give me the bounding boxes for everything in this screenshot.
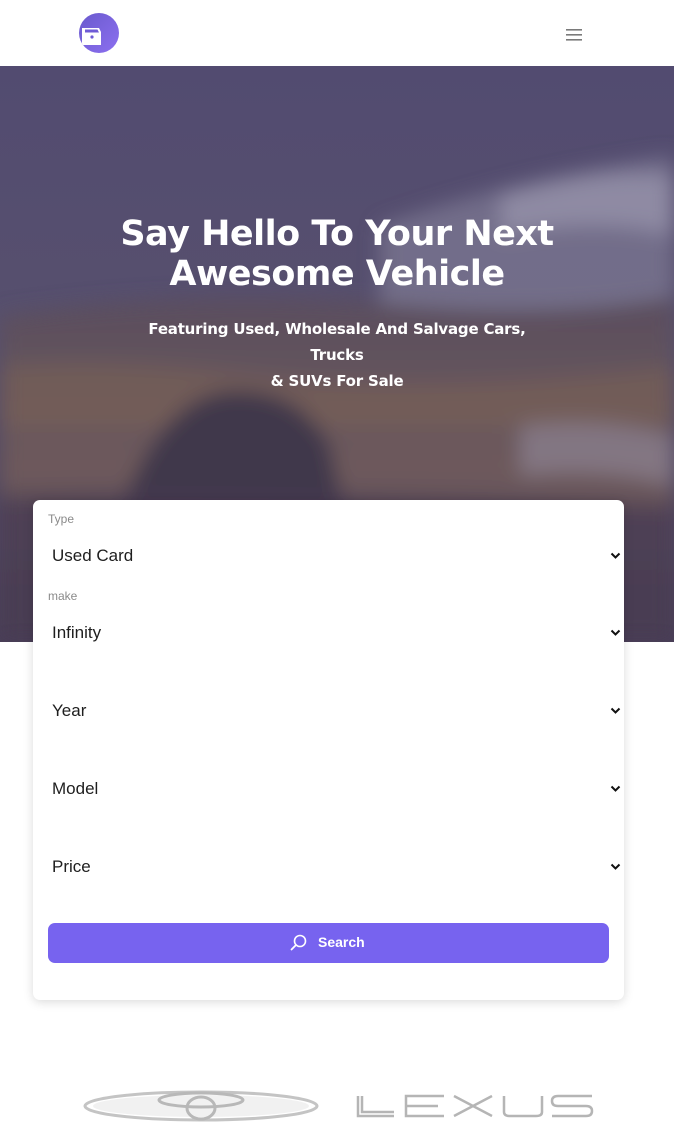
type-select-value: Used Card (52, 546, 134, 565)
hero-title-line-1: Say Hello To Your Next (120, 214, 554, 254)
hamburger-menu-button[interactable] (560, 26, 588, 46)
hero-title: Say Hello To Your Next Awesome Vehicle (60, 214, 614, 294)
price-select[interactable]: Price (52, 855, 623, 881)
search-button-label: Search (318, 934, 365, 950)
type-label: Type (48, 512, 75, 526)
search-icon (290, 934, 307, 951)
chevron-down-icon (610, 863, 621, 870)
model-select-value: Model (52, 779, 99, 798)
toyota-logo[interactable] (83, 1086, 319, 1122)
car-icon (82, 28, 101, 45)
type-select[interactable]: Used Card (52, 544, 623, 570)
make-label: make (48, 589, 78, 603)
make-select[interactable]: Infinity (52, 621, 623, 647)
hero-subtitle-line-2: & SUVs For Sale (270, 372, 404, 390)
site-header (0, 0, 674, 66)
year-select[interactable]: Year (52, 699, 623, 725)
chevron-down-icon (610, 707, 621, 714)
year-select-value: Year (52, 701, 87, 720)
hero-title-line-2: Awesome Vehicle (169, 254, 505, 294)
hamburger-menu-icon (566, 29, 582, 41)
site-logo[interactable] (79, 13, 119, 53)
make-select-value: Infinity (52, 623, 102, 642)
chevron-down-icon (610, 629, 621, 636)
lexus-logo[interactable] (354, 1086, 594, 1122)
hero-subtitle-line-1: Featuring Used, Wholesale And Salvage Ca… (148, 320, 526, 364)
hero-subtitle: Featuring Used, Wholesale And Salvage Ca… (120, 316, 554, 394)
model-select[interactable]: Model (52, 777, 623, 803)
chevron-down-icon (610, 552, 621, 559)
vehicle-search-form: Type Used Card make Infinity Year Model … (33, 500, 624, 1000)
search-button[interactable]: Search (48, 923, 609, 963)
price-select-value: Price (52, 857, 91, 876)
chevron-down-icon (610, 785, 621, 792)
